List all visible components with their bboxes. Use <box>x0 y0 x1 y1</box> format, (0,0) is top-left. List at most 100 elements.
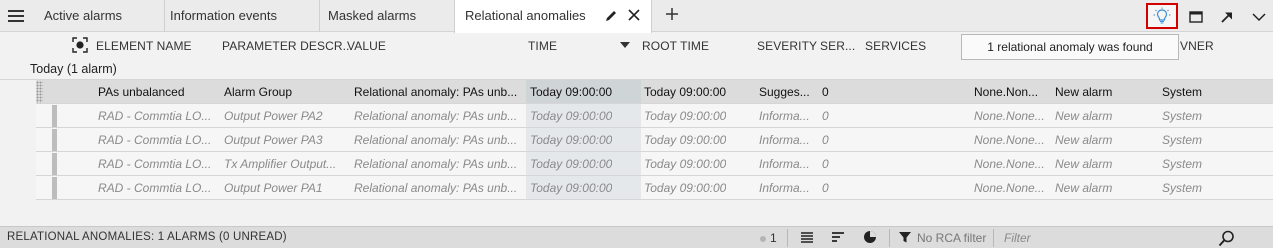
cell-value: Relational anomaly: PAs unb... <box>354 181 518 195</box>
filter-input[interactable] <box>1000 228 1240 248</box>
cell-severity: Informa... <box>759 109 810 123</box>
cell-root-time: Today 09:00:00 <box>644 85 727 99</box>
cell-element: RAD - Commtia LO... <box>98 157 212 171</box>
cell-time: Today 09:00:00 <box>530 133 613 147</box>
cell-element: RAD - Commtia LO... <box>98 133 212 147</box>
child-indicator <box>52 129 57 151</box>
column-value[interactable]: VALUE <box>347 39 386 53</box>
cell-parameter: Output Power PA1 <box>224 181 323 195</box>
lightbulb-icon[interactable] <box>1146 3 1178 29</box>
cell-ser: 0 <box>822 133 829 147</box>
cell-value: Relational anomaly: PAs unb... <box>354 85 518 99</box>
column-element-name[interactable]: ELEMENT NAME <box>96 39 192 53</box>
column-services[interactable]: SERVICES <box>865 39 926 53</box>
arrow-out-icon[interactable] <box>1215 5 1239 29</box>
rca-filter-label[interactable]: No RCA filter <box>917 231 986 245</box>
cell-value: Relational anomaly: PAs unb... <box>354 109 518 123</box>
alarm-count: 1 <box>770 231 777 245</box>
cell-owner: System <box>1162 181 1203 195</box>
cell-element: RAD - Commtia LO... <box>98 181 212 195</box>
drag-grip[interactable] <box>36 81 43 103</box>
table-row[interactable]: RAD - Commtia LO... Tx Amplifier Output.… <box>36 152 1273 176</box>
cell-root-time: Today 09:00:00 <box>644 157 727 171</box>
cell-owner: System <box>1162 85 1203 99</box>
plus-icon[interactable] <box>662 6 682 26</box>
status-bar: RELATIONAL ANOMALIES: 1 ALARMS (0 UNREAD… <box>0 226 1273 248</box>
child-indicator <box>52 105 57 127</box>
tab-masked-alarms[interactable]: Masked alarms <box>318 0 458 32</box>
cell-value: Relational anomaly: PAs unb... <box>354 133 518 147</box>
cell-root-time: Today 09:00:00 <box>644 109 727 123</box>
column-service-abbrev[interactable]: SER... <box>820 39 855 53</box>
focus-icon[interactable] <box>72 37 88 53</box>
cell-alarm-type: New alarm <box>1055 181 1113 195</box>
cell-none: None.None... <box>974 181 1045 195</box>
cell-time: Today 09:00:00 <box>530 109 613 123</box>
tab-label: Relational anomalies <box>465 8 586 23</box>
cell-time: Today 09:00:00 <box>530 157 613 171</box>
search-icon[interactable] <box>1218 230 1235 247</box>
divider <box>787 229 788 247</box>
cell-none: None.None... <box>974 133 1045 147</box>
tab-bar: Active alarms Information events Masked … <box>0 0 1273 33</box>
table-row[interactable]: RAD - Commtia LO... Output Power PA2 Rel… <box>36 104 1273 128</box>
list-view-icon[interactable] <box>800 230 816 246</box>
column-time[interactable]: TIME <box>528 39 557 53</box>
divider <box>889 229 890 247</box>
cell-alarm-type: New alarm <box>1055 109 1113 123</box>
tab-relational-anomalies[interactable]: Relational anomalies <box>454 0 652 33</box>
cell-ser: 0 <box>822 181 829 195</box>
anomaly-tooltip: 1 relational anomaly was found <box>961 34 1179 60</box>
cell-element: RAD - Commtia LO... <box>98 109 212 123</box>
tab-active-alarms[interactable]: Active alarms <box>34 0 165 32</box>
sort-lines-icon[interactable] <box>831 230 847 246</box>
table-row[interactable]: RAD - Commtia LO... Output Power PA1 Rel… <box>36 176 1273 200</box>
unread-dot-icon <box>760 236 766 242</box>
column-severity[interactable]: SEVERITY <box>757 39 817 53</box>
table-row[interactable]: RAD - Commtia LO... Output Power PA3 Rel… <box>36 128 1273 152</box>
group-header[interactable]: Today (1 alarm) <box>30 62 117 76</box>
cell-root-time: Today 09:00:00 <box>644 133 727 147</box>
cell-parameter: Alarm Group <box>224 85 293 99</box>
cell-severity: Informa... <box>759 133 810 147</box>
tab-label: Information events <box>170 8 277 23</box>
hamburger-icon[interactable] <box>8 10 24 22</box>
cell-parameter: Tx Amplifier Output... <box>224 157 337 171</box>
cell-parameter: Output Power PA2 <box>224 109 323 123</box>
cell-owner: System <box>1162 133 1203 147</box>
cell-severity: Informa... <box>759 181 810 195</box>
cell-parameter: Output Power PA3 <box>224 133 323 147</box>
sort-descending-icon[interactable] <box>620 42 630 48</box>
cell-alarm-type: New alarm <box>1055 85 1113 99</box>
cell-ser: 0 <box>822 157 829 171</box>
cell-ser: 0 <box>822 109 829 123</box>
tab-label: Active alarms <box>44 8 123 23</box>
cell-alarm-type: New alarm <box>1055 157 1113 171</box>
table-row[interactable]: PAs unbalanced Alarm Group Relational an… <box>36 80 1273 104</box>
cell-severity: Sugges... <box>759 85 810 99</box>
cell-owner: System <box>1162 157 1203 171</box>
cell-time: Today 09:00:00 <box>530 85 613 99</box>
cell-none: None.None... <box>974 157 1045 171</box>
cell-element: PAs unbalanced <box>98 85 185 99</box>
tab-information-events[interactable]: Information events <box>160 0 320 32</box>
pie-chart-icon[interactable] <box>863 230 879 246</box>
close-icon[interactable] <box>627 8 641 24</box>
cell-severity: Informa... <box>759 157 810 171</box>
chevron-down-icon[interactable] <box>1247 5 1271 29</box>
filter-funnel-icon[interactable] <box>898 230 914 246</box>
cell-alarm-type: New alarm <box>1055 133 1113 147</box>
window-icon[interactable] <box>1184 5 1208 29</box>
tab-label: Masked alarms <box>328 8 417 23</box>
cell-time: Today 09:00:00 <box>530 181 613 195</box>
pencil-icon[interactable] <box>604 9 618 23</box>
cell-none: None.Non... <box>974 85 1039 99</box>
cell-owner: System <box>1162 109 1203 123</box>
column-owner[interactable]: VNER <box>1180 39 1214 53</box>
column-parameter-description[interactable]: PARAMETER DESCR... <box>222 39 353 53</box>
child-indicator <box>52 153 57 175</box>
status-summary: RELATIONAL ANOMALIES: 1 ALARMS (0 UNREAD… <box>7 231 287 243</box>
column-root-time[interactable]: ROOT TIME <box>642 39 709 53</box>
cell-none: None.None... <box>974 109 1045 123</box>
cell-ser: 0 <box>822 85 829 99</box>
